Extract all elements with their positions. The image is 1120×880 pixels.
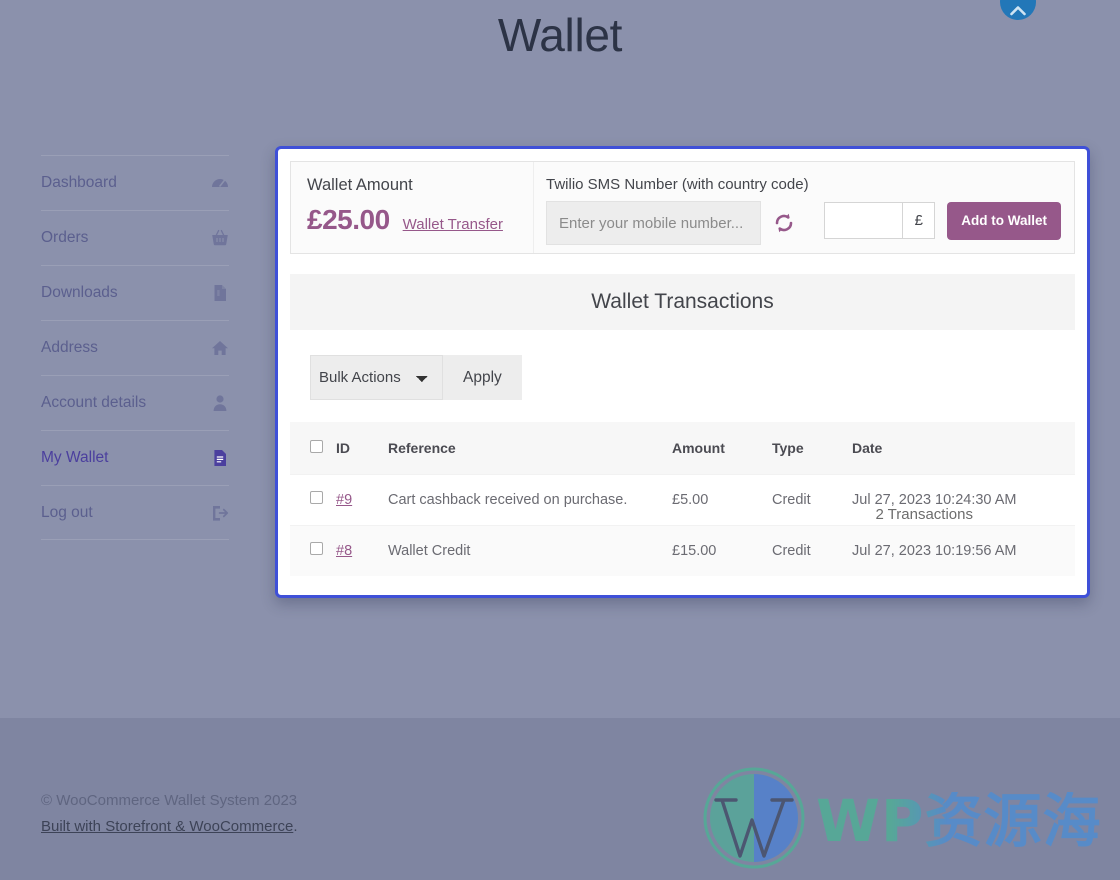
sidebar-item-label: Dashboard	[41, 174, 117, 191]
footer-built-with: Built with Storefront & WooCommerce.	[41, 818, 297, 835]
dashboard-icon	[211, 174, 229, 192]
wallet-amount-label: Wallet Amount	[307, 176, 413, 194]
wallet-amount-value: £25.00	[307, 204, 390, 235]
sidebar-item-label: My Wallet	[41, 449, 109, 466]
column-header-amount: Amount	[672, 422, 772, 474]
sidebar-item-my-wallet[interactable]: My Wallet	[41, 430, 229, 485]
row-date: Jul 27, 2023 10:19:56 AM	[852, 524, 1075, 576]
transaction-id-link[interactable]: #9	[336, 492, 352, 508]
add-to-wallet-button[interactable]: Add to Wallet	[947, 201, 1061, 240]
footer-built-suffix: .	[293, 818, 298, 835]
sidebar-item-label: Account details	[41, 394, 147, 411]
row-id-cell: #8	[336, 524, 388, 576]
wallet-topup-amount-input[interactable]	[824, 202, 903, 239]
column-header-type: Type	[772, 422, 852, 474]
wallet-summary-row: Wallet Amount £25.00 Wallet Transfer Twi…	[290, 161, 1075, 254]
row-reference: Wallet Credit	[388, 524, 672, 576]
page-root: Wallet Dashboard Orders Downloads Addres…	[0, 0, 1120, 880]
row-amount: £15.00	[672, 524, 772, 576]
account-sidebar: Dashboard Orders Downloads Address Accou	[41, 155, 229, 540]
home-icon	[211, 339, 229, 357]
column-header-date: Date	[852, 422, 1075, 474]
twilio-sms-label: Twilio SMS Number (with country code)	[546, 176, 809, 193]
download-file-icon	[211, 284, 229, 302]
user-icon	[211, 394, 229, 412]
row-id-cell: #9	[336, 473, 388, 525]
transactions-table: ID Reference Amount Type Date #9 Cart ca…	[290, 422, 1075, 576]
column-header-id: ID	[336, 422, 388, 474]
add-to-wallet-box: £ Add to Wallet	[824, 188, 1074, 253]
row-type: Credit	[772, 524, 852, 576]
transactions-count: 2 Transactions	[875, 506, 973, 523]
sidebar-item-account-details[interactable]: Account details	[41, 375, 229, 430]
bulk-actions-select[interactable]: Bulk Actions	[310, 355, 443, 400]
sidebar-item-address[interactable]: Address	[41, 320, 229, 375]
storefront-woocommerce-link[interactable]: Built with Storefront & WooCommerce	[41, 818, 293, 835]
sidebar-item-label: Downloads	[41, 284, 118, 301]
select-all-checkbox[interactable]	[310, 439, 323, 453]
transaction-id-link[interactable]: #8	[336, 543, 352, 559]
sidebar-item-orders[interactable]: Orders	[41, 210, 229, 265]
twilio-sms-box: Twilio SMS Number (with country code)	[534, 162, 824, 253]
logout-icon	[211, 504, 229, 522]
column-header-reference: Reference	[388, 422, 672, 474]
wallet-transactions-heading: Wallet Transactions	[290, 274, 1075, 330]
table-body: #9 Cart cashback received on purchase. £…	[290, 473, 1075, 576]
sidebar-item-downloads[interactable]: Downloads	[41, 265, 229, 320]
wallet-amount-box: Wallet Amount £25.00 Wallet Transfer	[291, 162, 534, 253]
sidebar-item-label: Address	[41, 339, 98, 356]
row-checkbox-cell	[290, 473, 336, 525]
twilio-sms-input[interactable]	[546, 201, 761, 245]
row-amount: £5.00	[672, 473, 772, 525]
basket-icon	[211, 229, 229, 247]
sidebar-item-label: Log out	[41, 503, 93, 521]
sidebar-item-log-out[interactable]: Log out	[41, 485, 229, 540]
row-checkbox-cell	[290, 524, 336, 576]
bulk-actions-row: Bulk Actions Apply	[310, 355, 1075, 400]
row-reference: Cart cashback received on purchase.	[388, 473, 672, 525]
apply-button[interactable]: Apply	[443, 355, 522, 400]
table-row[interactable]: #8 Wallet Credit £15.00 Credit Jul 27, 2…	[290, 524, 1075, 576]
table-header-row: ID Reference Amount Type Date	[290, 422, 1075, 474]
chevron-up-icon	[1010, 5, 1026, 16]
row-type: Credit	[772, 473, 852, 525]
sidebar-item-label: Orders	[41, 229, 89, 246]
currency-symbol: £	[902, 202, 936, 239]
row-checkbox[interactable]	[310, 491, 323, 504]
page-title: Wallet	[497, 9, 623, 61]
wallet-transfer-link[interactable]: Wallet Transfer	[403, 216, 503, 233]
select-all-header	[290, 422, 336, 474]
refresh-icon[interactable]	[773, 212, 795, 234]
table-head: ID Reference Amount Type Date	[290, 422, 1075, 474]
footer-copyright: © WooCommerce Wallet System 2023	[41, 792, 298, 809]
row-checkbox[interactable]	[310, 542, 323, 556]
wallet-panel: Wallet Amount £25.00 Wallet Transfer Twi…	[275, 146, 1090, 598]
sidebar-item-dashboard[interactable]: Dashboard	[41, 155, 229, 210]
document-icon	[211, 449, 229, 467]
